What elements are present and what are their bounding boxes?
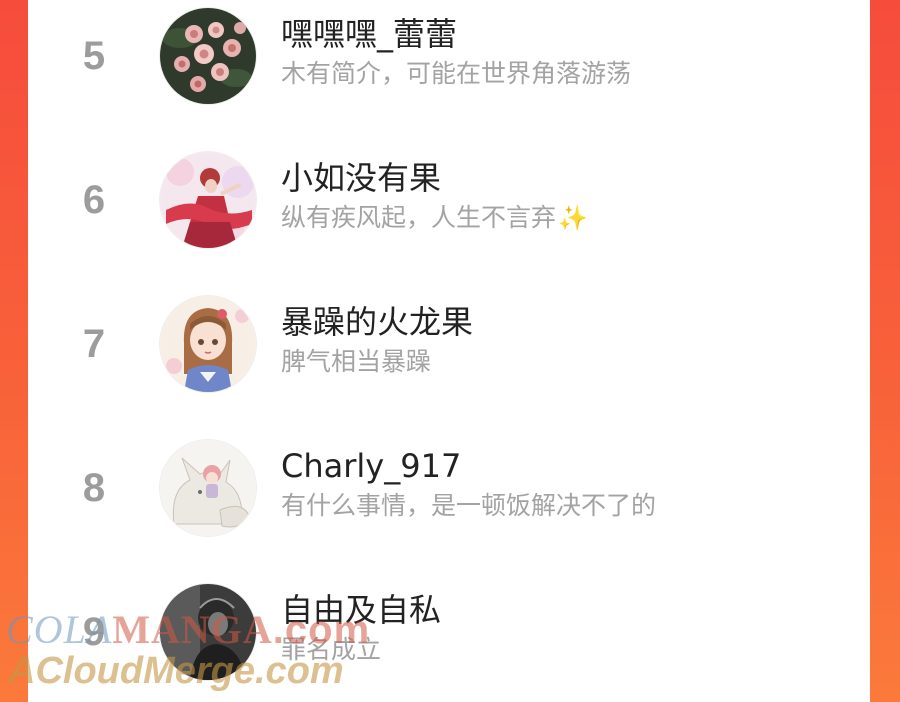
ranking-row[interactable]: 9 自由及自私 罪名成立	[28, 572, 870, 692]
rank-number: 6	[82, 178, 106, 222]
user-name[interactable]: Charly_917	[281, 446, 461, 486]
anime-girl-avatar-icon[interactable]	[160, 296, 256, 392]
fox-and-girl-avatar-icon[interactable]	[160, 440, 256, 536]
rank-number: 5	[82, 34, 106, 78]
user-name[interactable]: 暴躁的火龙果	[281, 302, 473, 342]
user-bio: 脾气相当暴躁	[281, 347, 432, 376]
ranking-row[interactable]: 5 嘿嘿嘿_蕾蕾 木有简介，可能在世界角落游荡	[28, 0, 870, 116]
ranking-row[interactable]: 7 暴躁的火龙果 脾气相当暴躁	[28, 284, 870, 404]
user-bio: 木有简介，可能在世界角落游荡	[281, 59, 632, 88]
ranking-row[interactable]: 8 Charly_917 有什么事情，是一顿饭解决不了的	[28, 428, 870, 548]
ranking-row[interactable]: 6 小如没有果 纵有疾风起，人生不言弃✨	[28, 140, 870, 260]
red-dress-figure-avatar-icon[interactable]	[160, 152, 256, 248]
rank-number: 7	[82, 322, 106, 366]
user-name[interactable]: 小如没有果	[281, 158, 441, 198]
roses-avatar-icon[interactable]	[160, 8, 256, 104]
user-name[interactable]: 嘿嘿嘿_蕾蕾	[281, 14, 457, 54]
rank-number: 8	[82, 466, 106, 510]
rank-number: 9	[82, 610, 106, 654]
ranking-panel: 5 嘿嘿嘿_蕾蕾 木有简介，可能在世界角落游荡 6 小如没有果 纵有疾风起，人生…	[28, 0, 870, 702]
user-bio: 有什么事情，是一顿饭解决不了的	[281, 491, 657, 520]
user-bio: 罪名成立	[281, 635, 382, 664]
user-bio-text: 纵有疾风起，人生不言弃	[281, 203, 557, 232]
dark-portrait-avatar-icon[interactable]	[160, 584, 256, 680]
user-name[interactable]: 自由及自私	[281, 590, 441, 630]
sparkle-icon: ✨	[558, 204, 588, 232]
user-bio: 纵有疾风起，人生不言弃✨	[281, 202, 588, 234]
